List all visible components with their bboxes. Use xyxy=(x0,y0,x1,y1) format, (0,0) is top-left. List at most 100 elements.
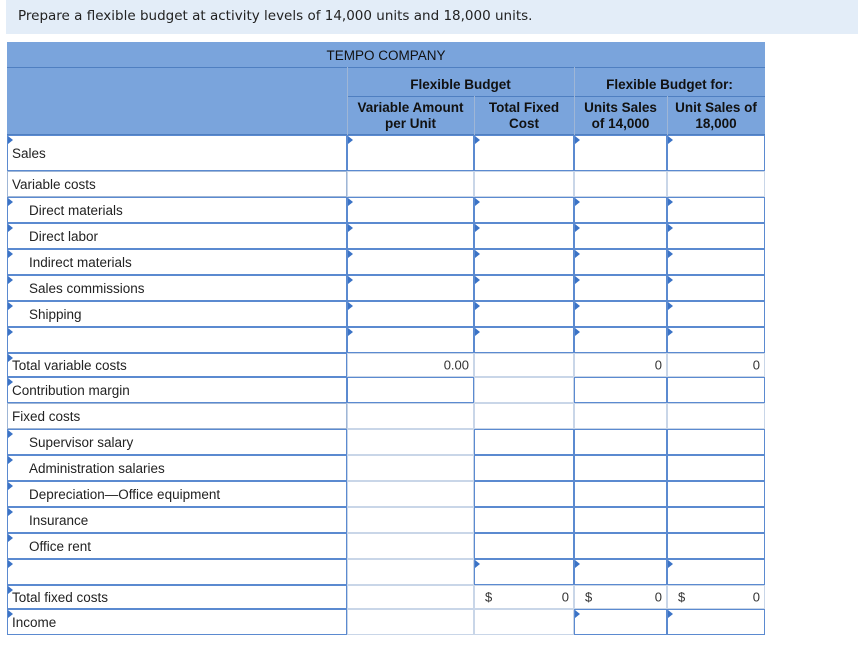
table-row: Administration salaries xyxy=(7,455,765,481)
row-label-total-fixed-costs[interactable]: Total fixed costs xyxy=(7,585,347,609)
row-label-supervisor-salary[interactable]: Supervisor salary xyxy=(7,429,347,455)
sales-14000-input[interactable] xyxy=(574,135,667,171)
table-row: Total fixed costs $0 $0 $0 xyxy=(7,585,765,609)
total-fixed-costs-14000: $0 xyxy=(574,585,667,609)
table-row: Direct materials xyxy=(7,197,765,223)
contribution-margin-14000-input[interactable] xyxy=(574,377,667,403)
administration-salaries-14000-input[interactable] xyxy=(574,455,667,481)
direct-labor-fixed-input[interactable] xyxy=(474,223,574,249)
administration-salaries-18000-input[interactable] xyxy=(667,455,765,481)
blank-14000-extra-input[interactable] xyxy=(574,559,667,585)
total-fixed-cost-header: Total Fixed Cost xyxy=(488,100,560,131)
direct-labor-variable-input[interactable] xyxy=(347,223,474,249)
table-row: Office rent xyxy=(7,533,765,559)
direct-labor-14000-input[interactable] xyxy=(574,223,667,249)
row-label-indirect-materials[interactable]: Indirect materials xyxy=(7,249,347,275)
income-18000-input[interactable] xyxy=(667,609,765,635)
total-variable-costs-14000: 0 xyxy=(574,353,667,377)
supervisor-salary-14000-input[interactable] xyxy=(574,429,667,455)
sales-fixed-cost-input[interactable] xyxy=(474,135,574,171)
table-row: Indirect materials xyxy=(7,249,765,275)
table-row: Total variable costs 0.00 0 0 xyxy=(7,353,765,377)
total-fixed-costs-18000: $0 xyxy=(667,585,765,609)
blank-18000-row-input[interactable] xyxy=(667,327,765,353)
row-label-depreciation[interactable]: Depreciation—Office equipment xyxy=(7,481,347,507)
row-label-direct-labor[interactable]: Direct labor xyxy=(7,223,347,249)
depreciation-fixed-input[interactable] xyxy=(474,481,574,507)
depreciation-18000-input[interactable] xyxy=(667,481,765,507)
flexible-budget-header: Flexible Budget xyxy=(410,77,511,92)
table-row: Contribution margin xyxy=(7,377,765,403)
row-label-contribution-margin[interactable]: Contribution margin xyxy=(7,377,347,403)
row-label-office-rent[interactable]: Office rent xyxy=(7,533,347,559)
direct-materials-variable-input[interactable] xyxy=(347,197,474,223)
sales-18000-input[interactable] xyxy=(667,135,765,171)
header-divider xyxy=(7,67,765,68)
flexible-budget-for-header: Flexible Budget for: xyxy=(606,77,733,92)
table-row: Sales commissions xyxy=(7,275,765,301)
direct-materials-fixed-input[interactable] xyxy=(474,197,574,223)
shipping-fixed-input[interactable] xyxy=(474,301,574,327)
blank-fixed-extra-input[interactable] xyxy=(474,559,574,585)
row-label-income[interactable]: Income xyxy=(7,609,347,635)
shipping-14000-input[interactable] xyxy=(574,301,667,327)
table-row: Income xyxy=(7,609,765,635)
direct-labor-18000-input[interactable] xyxy=(667,223,765,249)
office-rent-14000-input[interactable] xyxy=(574,533,667,559)
row-label-shipping[interactable]: Shipping xyxy=(7,301,347,327)
blank-variable-row-input[interactable] xyxy=(347,327,474,353)
office-rent-fixed-input[interactable] xyxy=(474,533,574,559)
indirect-materials-fixed-input[interactable] xyxy=(474,249,574,275)
table-row: Shipping xyxy=(7,301,765,327)
row-label-blank-variable[interactable] xyxy=(7,327,347,353)
row-label-direct-materials[interactable]: Direct materials xyxy=(7,197,347,223)
sales-commissions-18000-input[interactable] xyxy=(667,275,765,301)
supervisor-salary-18000-input[interactable] xyxy=(667,429,765,455)
indirect-materials-18000-input[interactable] xyxy=(667,249,765,275)
indirect-materials-14000-input[interactable] xyxy=(574,249,667,275)
office-rent-18000-input[interactable] xyxy=(667,533,765,559)
administration-salaries-fixed-input[interactable] xyxy=(474,455,574,481)
direct-materials-14000-input[interactable] xyxy=(574,197,667,223)
blank-fixed-row-input[interactable] xyxy=(474,327,574,353)
blank-18000-extra-input[interactable] xyxy=(667,559,765,585)
row-label-fixed-costs: Fixed costs xyxy=(7,403,347,429)
table-row: Sales xyxy=(7,135,765,171)
row-label-sales[interactable]: Sales xyxy=(7,135,347,171)
row-label-administration-salaries[interactable]: Administration salaries xyxy=(7,455,347,481)
sales-commissions-variable-input[interactable] xyxy=(347,275,474,301)
unit-sales-18000-header: Unit Sales of 18,000 xyxy=(675,100,757,131)
total-fixed-costs-fixed: $0 xyxy=(474,585,574,609)
total-variable-costs-18000: 0 xyxy=(667,353,765,377)
indirect-materials-variable-input[interactable] xyxy=(347,249,474,275)
supervisor-salary-fixed-input[interactable] xyxy=(474,429,574,455)
table-row xyxy=(7,559,765,585)
insurance-14000-input[interactable] xyxy=(574,507,667,533)
income-14000-input[interactable] xyxy=(574,609,667,635)
sales-variable-amount-input[interactable] xyxy=(347,135,474,171)
row-label-blank-fixed[interactable] xyxy=(7,559,347,585)
instruction-text: Prepare a flexible budget at activity le… xyxy=(6,0,858,34)
sales-commissions-fixed-input[interactable] xyxy=(474,275,574,301)
table-row: Depreciation—Office equipment xyxy=(7,481,765,507)
shipping-18000-input[interactable] xyxy=(667,301,765,327)
direct-materials-18000-input[interactable] xyxy=(667,197,765,223)
contribution-margin-18000-input[interactable] xyxy=(667,377,765,403)
row-label-variable-costs: Variable costs xyxy=(7,171,347,197)
contribution-margin-variable-input[interactable] xyxy=(347,377,474,403)
insurance-fixed-input[interactable] xyxy=(474,507,574,533)
shipping-variable-input[interactable] xyxy=(347,301,474,327)
company-title: TEMPO COMPANY xyxy=(326,48,446,63)
sales-commissions-14000-input[interactable] xyxy=(574,275,667,301)
row-label-insurance[interactable]: Insurance xyxy=(7,507,347,533)
header-divider xyxy=(347,96,765,97)
total-variable-costs-per-unit: 0.00 xyxy=(347,353,474,377)
row-label-total-variable-costs[interactable]: Total variable costs xyxy=(7,353,347,377)
table-row: Fixed costs xyxy=(7,403,765,429)
table-row xyxy=(7,327,765,353)
depreciation-14000-input[interactable] xyxy=(574,481,667,507)
blank-14000-row-input[interactable] xyxy=(574,327,667,353)
insurance-18000-input[interactable] xyxy=(667,507,765,533)
row-label-sales-commissions[interactable]: Sales commissions xyxy=(7,275,347,301)
table-row: Insurance xyxy=(7,507,765,533)
